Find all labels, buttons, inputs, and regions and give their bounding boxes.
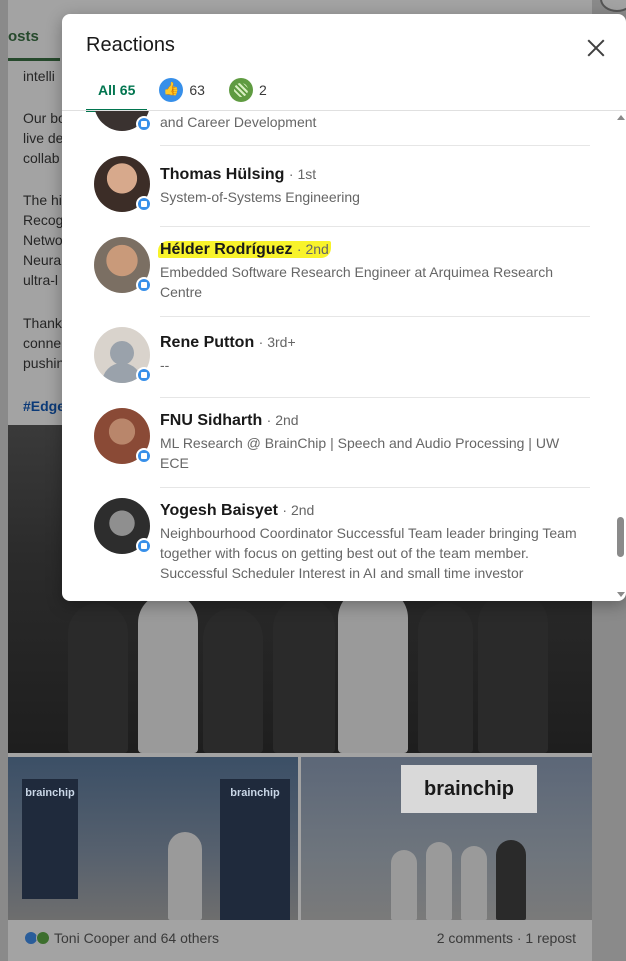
like-icon bbox=[159, 78, 184, 102]
comments-reposts-count[interactable]: 2 comments · 1 repost bbox=[437, 930, 576, 946]
reactions-list: and Career Development Thomas Hülsing · … bbox=[62, 111, 626, 601]
item-name[interactable]: FNU Sidharth bbox=[160, 412, 262, 429]
item-degree: · 2nd bbox=[296, 241, 329, 257]
post-text-line: Neura bbox=[23, 252, 62, 268]
list-scrollbar[interactable] bbox=[615, 111, 626, 601]
item-headline: -- bbox=[160, 357, 170, 373]
post-photo-booth-left[interactable]: brainchip brainchip bbox=[8, 757, 298, 920]
item-degree: · 3rd+ bbox=[258, 334, 296, 350]
item-name[interactable]: Yogesh Baisyet bbox=[160, 502, 278, 519]
post-text-line: pushin bbox=[23, 355, 65, 371]
like-badge-icon bbox=[136, 448, 152, 464]
tab-insightful[interactable]: 2 bbox=[217, 70, 279, 110]
item-degree: · 2nd bbox=[266, 412, 299, 428]
photo-person bbox=[478, 593, 548, 753]
item-headline: Neighbourhood Coordinator Successful Tea… bbox=[160, 525, 577, 581]
like-badge-icon bbox=[136, 277, 152, 293]
photo-person bbox=[461, 846, 487, 920]
post-text-line: Netwo bbox=[23, 232, 63, 248]
post-text-line: live de bbox=[23, 130, 64, 146]
tab-label: All 65 bbox=[98, 82, 136, 98]
post-text-line: The hi bbox=[23, 192, 62, 208]
booth-banner: brainchip bbox=[22, 779, 78, 899]
tab-all[interactable]: All 65 bbox=[86, 70, 148, 112]
scroll-down-icon[interactable] bbox=[617, 592, 625, 597]
booth-banner: brainchip bbox=[220, 779, 290, 920]
post-text-line: Our bo bbox=[23, 110, 66, 126]
modal-title: Reactions bbox=[86, 34, 175, 56]
corner-control-icon[interactable] bbox=[600, 0, 626, 12]
item-name[interactable]: Thomas Hülsing bbox=[160, 166, 284, 183]
insightful-icon bbox=[36, 931, 50, 945]
like-badge-icon bbox=[136, 367, 152, 383]
reactors-text: Toni Cooper and 64 others bbox=[54, 930, 219, 946]
post-text-line: conne bbox=[23, 335, 62, 351]
tab-label: 2 bbox=[258, 82, 267, 98]
insightful-icon bbox=[228, 78, 253, 102]
list-item[interactable]: Yogesh Baisyet · 2nd Neighbourhood Coord… bbox=[62, 488, 607, 601]
posts-tab[interactable]: osts bbox=[8, 28, 39, 45]
scroll-up-icon[interactable] bbox=[617, 115, 625, 120]
like-badge-icon bbox=[136, 116, 152, 132]
post-footer: Toni Cooper and 64 others 2 comments · 1… bbox=[8, 920, 592, 961]
photo-person bbox=[391, 850, 417, 920]
item-name[interactable]: Rene Putton bbox=[160, 334, 254, 351]
photo-person bbox=[168, 832, 202, 920]
like-badge-icon bbox=[136, 196, 152, 212]
post-hashtag[interactable]: #Edge bbox=[23, 396, 65, 416]
photo-person bbox=[418, 603, 473, 753]
photo-person bbox=[138, 593, 198, 753]
item-name[interactable]: Hélder Rodríguez bbox=[160, 241, 292, 258]
photo-person bbox=[273, 598, 335, 753]
list-item[interactable]: FNU Sidharth · 2nd ML Research @ BrainCh… bbox=[62, 398, 607, 487]
post-photo-booth-right[interactable]: brainchip bbox=[301, 757, 592, 920]
name-highlight: Hélder Rodríguez · 2nd bbox=[158, 241, 331, 258]
reaction-tabs: All 65 63 2 bbox=[86, 70, 279, 112]
list-item[interactable]: Thomas Hülsing · 1st System-of-Systems E… bbox=[62, 146, 607, 226]
tab-like[interactable]: 63 bbox=[147, 70, 217, 110]
item-headline: System-of-Systems Engineering bbox=[160, 189, 360, 205]
tab-label: 63 bbox=[189, 82, 205, 98]
photo-person bbox=[496, 840, 526, 920]
photo-person bbox=[426, 842, 452, 920]
post-text-line: Recog bbox=[23, 212, 64, 228]
reactions-modal: Reactions All 65 63 2 and Career Develop… bbox=[62, 14, 626, 601]
item-headline: ML Research @ BrainChip | Speech and Aud… bbox=[160, 435, 560, 471]
list-item[interactable]: and Career Development bbox=[62, 111, 607, 145]
post-text-line: collab bbox=[23, 150, 60, 166]
item-degree: · 2nd bbox=[282, 502, 315, 518]
close-icon[interactable] bbox=[582, 34, 610, 62]
scroll-thumb[interactable] bbox=[617, 517, 624, 557]
booth-sign: brainchip bbox=[401, 765, 537, 813]
photo-person bbox=[203, 608, 263, 753]
post-text-line: intelli bbox=[23, 68, 55, 84]
post-text-line: ultra-l bbox=[23, 272, 59, 288]
list-item[interactable]: Hélder Rodríguez · 2nd Embedded Software… bbox=[62, 227, 607, 316]
item-degree: · 1st bbox=[288, 166, 317, 182]
item-headline: and Career Development bbox=[160, 114, 317, 130]
photo-person bbox=[338, 588, 408, 753]
post-text-line: Thank bbox=[23, 315, 62, 331]
item-headline: Embedded Software Research Engineer at A… bbox=[160, 264, 553, 300]
list-item[interactable]: Rene Putton · 3rd+ -- bbox=[62, 317, 607, 397]
reactions-summary[interactable]: Toni Cooper and 64 others bbox=[24, 930, 219, 946]
photo-person bbox=[68, 603, 128, 753]
posts-tab-underline bbox=[8, 58, 60, 61]
like-badge-icon bbox=[136, 538, 152, 554]
